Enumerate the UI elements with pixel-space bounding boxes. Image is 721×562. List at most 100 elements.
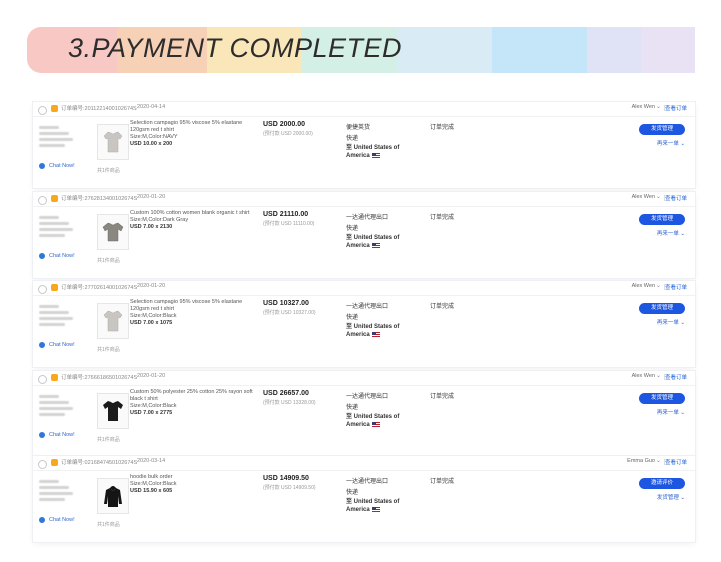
order-header: 订单编号:2766618650102674S 2020-01-20 Alex W… <box>33 371 695 386</box>
chat-now-button[interactable]: Chat Now! <box>39 517 75 523</box>
order-date: 2020-04-14 <box>137 104 166 110</box>
product-title: Custom 50% polyester 25% cotton 25% rayo… <box>130 389 253 402</box>
order-status: 订单完成 <box>430 394 455 400</box>
chat-now-label: Chat Now! <box>49 253 75 259</box>
item-count: 共1件商品 <box>97 437 120 443</box>
view-order-link[interactable]: 查看订单 <box>665 283 687 291</box>
product-description[interactable]: hoodie bulk order Size:M,Color:Black USD… <box>130 474 255 495</box>
chevron-down-icon[interactable]: ⌄ <box>656 103 661 110</box>
order-card: 订单编号:2770261400102674S 2020-01-20 Alex W… <box>33 281 695 367</box>
order-date: 2020-03-14 <box>137 458 166 464</box>
order-total: USD 2000.00 <box>263 121 306 128</box>
secondary-action-link[interactable]: 发货管理 ⌄ <box>657 493 685 501</box>
product-description[interactable]: Custom 50% polyester 25% cotton 25% rayo… <box>130 389 255 417</box>
chevron-down-icon[interactable]: ⌄ <box>656 282 661 289</box>
destination: 至 United States of America <box>346 413 416 429</box>
order-date: 2020-01-20 <box>137 373 166 379</box>
item-count: 共1件商品 <box>97 522 120 528</box>
blurred-shop-info <box>39 395 81 419</box>
secondary-action-link[interactable]: 再来一单 ⌄ <box>657 408 685 416</box>
order-select-radio[interactable] <box>38 196 47 205</box>
blurred-shop-info <box>39 216 81 240</box>
secondary-action-link[interactable]: 再来一单 ⌄ <box>657 229 685 237</box>
secondary-action-link[interactable]: 再来一单 ⌄ <box>657 139 685 147</box>
seller-name[interactable]: Alex Wen <box>632 194 655 200</box>
us-flag-icon <box>371 242 380 248</box>
order-select-radio[interactable] <box>38 106 47 115</box>
chevron-down-icon[interactable]: ⌄ <box>656 457 661 464</box>
chat-now-button[interactable]: Chat Now! <box>39 342 75 348</box>
product-spec: Size:M,Color:NAVY <box>130 134 178 140</box>
order-card: 订单编号:2011221400102674S 2020-04-14 Alex W… <box>33 102 695 188</box>
secondary-action-label: 发货管理 <box>656 495 679 501</box>
blurred-shop-info <box>39 126 81 150</box>
page-title: 3.PAYMENT COMPLETED <box>68 33 403 63</box>
order-card: 订单编号:0216847450102674S 2020-03-14 Emma G… <box>33 456 695 542</box>
product-description[interactable]: Selection campagio 95% viscose 5% elasta… <box>130 120 255 148</box>
destination: 至 United States of America <box>346 144 416 160</box>
black-tshirt-icon <box>103 401 123 421</box>
order-select-radio[interactable] <box>38 460 47 469</box>
chevron-down-icon: ⌄ <box>680 495 685 501</box>
order-card: 订单编号:2766618650102674S 2020-01-20 Alex W… <box>33 371 695 457</box>
order-select-radio[interactable] <box>38 375 47 384</box>
primary-action-button[interactable]: 邀请评价 <box>639 478 685 489</box>
seller-name[interactable]: Alex Wen <box>632 104 655 110</box>
product-thumbnail[interactable] <box>97 393 129 429</box>
banner-segment <box>641 27 695 73</box>
chevron-down-icon: ⌄ <box>680 410 685 416</box>
blurred-shop-info <box>39 305 81 329</box>
chevron-down-icon[interactable]: ⌄ <box>656 193 661 200</box>
light-tshirt-icon <box>103 310 123 332</box>
product-description[interactable]: Selection campagio 95% viscose 5% elasta… <box>130 299 255 327</box>
seller-name[interactable]: Emma Guo <box>627 458 655 464</box>
shop-badge-icon <box>51 459 58 466</box>
seller-name[interactable]: Alex Wen <box>632 373 655 379</box>
chat-now-button[interactable]: Chat Now! <box>39 432 75 438</box>
seller-name[interactable]: Alex Wen <box>632 283 655 289</box>
destination: 至 United States of America <box>346 234 416 250</box>
chevron-down-icon: ⌄ <box>680 320 685 326</box>
view-order-link[interactable]: 查看订单 <box>665 458 687 466</box>
primary-action-button[interactable]: 发货管理 <box>639 214 685 225</box>
order-total: USD 10327.00 <box>263 300 309 307</box>
shipping-service: 便捷英货 <box>346 125 371 131</box>
order-number: 订单编号:2770261400102674S <box>61 285 138 291</box>
chat-now-button[interactable]: Chat Now! <box>39 163 75 169</box>
product-title: Selection campagio 95% viscose 5% elasta… <box>130 299 243 312</box>
product-description[interactable]: Custom 100% cotton women blank organic t… <box>130 210 255 231</box>
order-number: 订单编号:2762813400102674S <box>61 196 138 202</box>
product-title: Selection campagio 95% viscose 5% elasta… <box>130 120 243 133</box>
primary-action-button[interactable]: 发货管理 <box>639 303 685 314</box>
shop-badge-icon <box>51 374 58 381</box>
product-thumbnail[interactable] <box>97 478 129 514</box>
view-order-link[interactable]: 查看订单 <box>665 104 687 112</box>
secondary-action-link[interactable]: 再来一单 ⌄ <box>657 318 685 326</box>
chat-now-label: Chat Now! <box>49 342 75 348</box>
primary-action-button[interactable]: 发货管理 <box>639 393 685 404</box>
product-spec: Size:M,Color:Black <box>130 481 177 487</box>
order-header: 订单编号:0216847450102674S 2020-03-14 Emma G… <box>33 456 695 471</box>
secondary-action-label: 再来一单 <box>656 141 679 147</box>
us-flag-icon <box>371 421 380 427</box>
order-total: USD 26657.00 <box>263 390 309 397</box>
view-order-link[interactable]: 查看订单 <box>665 373 687 381</box>
primary-action-button[interactable]: 发货管理 <box>639 124 685 135</box>
secondary-action-label: 再来一单 <box>656 231 679 237</box>
product-spec: Size:M,Color:Dark Gray <box>130 217 189 223</box>
product-thumbnail[interactable] <box>97 124 129 160</box>
order-date: 2020-01-20 <box>137 194 166 200</box>
us-flag-icon <box>371 506 380 512</box>
prepayment-amount: (预付款 USD 11110.00) <box>263 221 315 227</box>
order-status: 订单完成 <box>430 125 455 131</box>
banner-segment <box>492 27 587 73</box>
product-thumbnail[interactable] <box>97 214 129 250</box>
unit-price-quantity: USD 7.00 x 2775 <box>130 410 173 416</box>
order-status: 订单完成 <box>430 304 455 310</box>
order-select-radio[interactable] <box>38 285 47 294</box>
product-thumbnail[interactable] <box>97 303 129 339</box>
shop-badge-icon <box>51 195 58 202</box>
chevron-down-icon[interactable]: ⌄ <box>656 372 661 379</box>
view-order-link[interactable]: 查看订单 <box>665 194 687 202</box>
chat-now-button[interactable]: Chat Now! <box>39 253 75 259</box>
